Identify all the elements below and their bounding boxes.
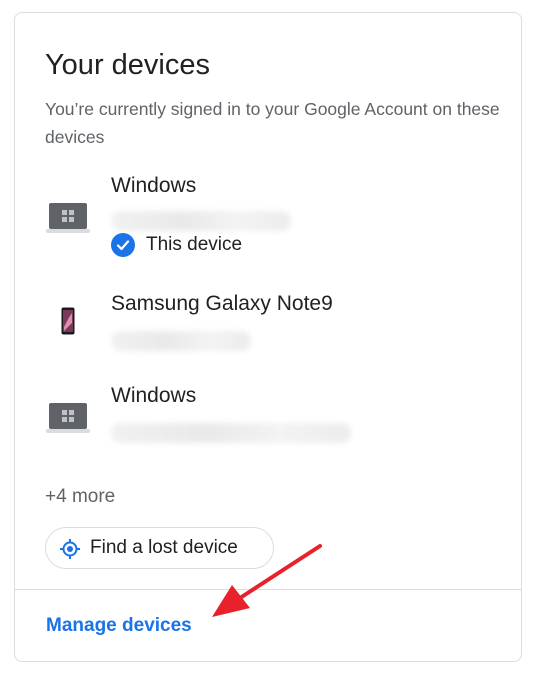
location-target-icon xyxy=(59,538,81,565)
card-divider xyxy=(15,589,521,590)
devices-card: Your devices You’re currently signed in … xyxy=(14,12,522,662)
laptop-windows-icon xyxy=(46,401,90,440)
device-item-windows-1[interactable]: Windows This device xyxy=(45,171,485,271)
more-devices-link[interactable]: +4 more xyxy=(45,485,115,509)
find-lost-device-label: Find a lost device xyxy=(90,537,238,558)
device-details-redacted xyxy=(111,423,351,443)
find-lost-device-button[interactable]: Find a lost device xyxy=(45,527,274,569)
device-details-redacted xyxy=(111,211,291,231)
card-subtitle: You’re currently signed in to your Googl… xyxy=(45,99,500,147)
device-name: Samsung Galaxy Note9 xyxy=(111,292,333,315)
phone-icon xyxy=(61,307,75,340)
device-details-redacted xyxy=(111,331,251,351)
check-circle-icon xyxy=(111,233,135,257)
this-device-label: This device xyxy=(146,234,243,255)
device-name: Windows xyxy=(111,174,197,197)
card-title: Your devices xyxy=(45,49,210,81)
laptop-windows-icon xyxy=(46,201,90,240)
device-item-samsung[interactable]: Samsung Galaxy Note9 xyxy=(45,289,485,369)
device-item-windows-2[interactable]: Windows xyxy=(45,381,485,461)
device-name: Windows xyxy=(111,384,197,407)
manage-devices-link[interactable]: Manage devices xyxy=(46,614,192,638)
